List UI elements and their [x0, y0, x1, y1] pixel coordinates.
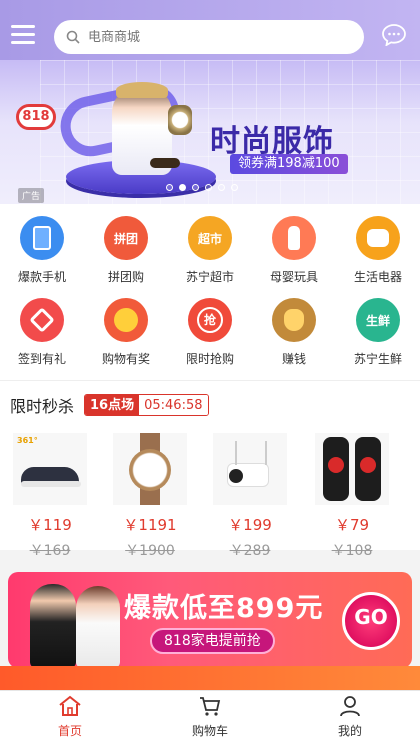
session-timer: 16点场 05:46:58 — [84, 394, 209, 416]
countdown: 05:46:58 — [139, 395, 208, 415]
group-buy-icon: 拼团 — [104, 216, 148, 260]
chat-bubble-icon[interactable] — [382, 24, 406, 46]
phone-icon — [20, 216, 64, 260]
product-price: ￥1191 — [123, 516, 177, 534]
fresh-food-icon: 生鲜 — [356, 298, 400, 342]
category-label: 拼团购 — [107, 270, 144, 284]
supermarket-icon: 超市 — [188, 216, 232, 260]
coupon-label: 领券满198减100 — [230, 154, 348, 174]
category-supermarket[interactable]: 超市 苏宁超市 — [168, 216, 252, 285]
product-image: 361° — [13, 433, 87, 505]
flash-sale-section: 限时秒杀 16点场 05:46:58 361° ￥119 ￥169 ￥1191 … — [0, 380, 420, 559]
search-icon — [66, 30, 80, 44]
search-input[interactable] — [88, 29, 338, 45]
product-card[interactable]: ￥79 ￥108 — [314, 433, 390, 560]
hamburger-menu-icon[interactable] — [11, 25, 35, 45]
appliance-promo-banner[interactable]: 爆款低至899元 818家电提前抢 GO — [0, 570, 420, 690]
category-check-in[interactable]: 签到有礼 — [0, 298, 84, 367]
bottom-tab-bar: 首页 购物车 我的 — [0, 690, 420, 741]
category-label: 签到有礼 — [17, 352, 66, 366]
tab-home[interactable]: 首页 — [0, 691, 140, 741]
tab-cart[interactable]: 购物车 — [140, 691, 280, 741]
flash-sale-icon: 抢 — [188, 298, 232, 342]
category-label: 爆款手机 — [17, 270, 66, 284]
carousel-dot[interactable] — [231, 184, 238, 191]
category-label: 赚钱 — [281, 352, 306, 366]
promo-title: 爆款低至899元 — [124, 593, 324, 624]
promo-subtitle: 818家电提前抢 — [150, 628, 275, 654]
promo-card: 爆款低至899元 818家电提前抢 GO — [8, 572, 412, 668]
product-old-price: ￥1900 — [125, 543, 175, 559]
home-icon — [59, 695, 81, 716]
search-bar[interactable] — [54, 20, 364, 54]
app-screen: 818 时尚服饰 领券满198减100 广告 爆款手机 拼团 拼团购 — [0, 0, 420, 741]
category-flash-sale[interactable]: 抢 限时抢购 — [168, 298, 252, 367]
carousel-dot[interactable] — [192, 184, 199, 191]
category-earn-money[interactable]: 赚钱 — [252, 298, 336, 367]
tab-label: 我的 — [337, 724, 362, 738]
ad-label: 广告 — [18, 188, 45, 203]
product-price: ￥79 — [334, 516, 370, 534]
category-label: 限时抢购 — [185, 352, 234, 366]
category-label: 苏宁超市 — [185, 270, 234, 284]
category-label: 苏宁生鲜 — [353, 352, 402, 366]
rice-cooker-icon — [356, 216, 400, 260]
product-image — [113, 433, 187, 505]
promo-strip — [0, 666, 420, 690]
carousel-dot[interactable] — [205, 184, 212, 191]
product-card[interactable]: ￥1191 ￥1900 — [112, 433, 188, 560]
product-old-price: ￥169 — [29, 543, 71, 559]
user-icon — [340, 696, 360, 717]
category-grid: 爆款手机 拼团 拼团购 超市 苏宁超市 母婴玩具 生活电器 签到有礼 购物有奖 … — [0, 204, 420, 380]
tab-profile[interactable]: 我的 — [280, 691, 420, 741]
category-fresh-food[interactable]: 生鲜 苏宁生鲜 — [336, 298, 420, 367]
carousel-dot[interactable] — [218, 184, 225, 191]
money-bag-icon — [272, 298, 316, 342]
spokesperson-image — [30, 584, 76, 668]
product-card[interactable]: ￥199 ￥289 — [212, 433, 288, 560]
category-baby-toys[interactable]: 母婴玩具 — [252, 216, 336, 285]
product-old-price: ￥108 — [331, 543, 373, 559]
spokesperson-image — [76, 586, 120, 668]
product-image — [213, 433, 287, 505]
carousel-dot-active[interactable] — [179, 184, 186, 191]
category-label: 购物有奖 — [101, 352, 150, 366]
session-label: 16点场 — [85, 395, 140, 415]
flash-sale-title: 限时秒杀 — [10, 397, 75, 416]
flash-sale-header: 限时秒杀 16点场 05:46:58 — [10, 393, 209, 417]
product-price: ￥119 — [28, 516, 72, 534]
product-price: ￥199 — [228, 516, 272, 534]
hero-section: 818 时尚服饰 领券满198减100 广告 — [0, 0, 420, 204]
watch-image — [168, 105, 192, 135]
tab-label: 首页 — [57, 724, 82, 738]
baby-bottle-icon — [272, 216, 316, 260]
cart-icon — [200, 697, 221, 716]
category-label: 母婴玩具 — [269, 270, 318, 284]
category-appliances[interactable]: 生活电器 — [336, 216, 420, 285]
sunglasses-image — [150, 158, 180, 168]
gift-tag-icon — [20, 298, 64, 342]
go-button[interactable]: GO — [342, 592, 400, 650]
category-label: 生活电器 — [353, 270, 402, 284]
carousel-dots — [166, 184, 238, 191]
sale-818-badge: 818 — [16, 104, 56, 130]
hat-image — [116, 82, 168, 98]
product-image — [315, 433, 389, 505]
promo-carousel[interactable]: 818 时尚服饰 领券满198减100 广告 — [0, 60, 420, 204]
product-card[interactable]: 361° ￥119 ￥169 — [12, 433, 88, 560]
category-group-buy[interactable]: 拼团 拼团购 — [84, 216, 168, 285]
tab-label: 购物车 — [191, 724, 228, 738]
category-phones[interactable]: 爆款手机 — [0, 216, 84, 285]
category-shopping-prize[interactable]: 购物有奖 — [84, 298, 168, 367]
prize-wheel-icon — [104, 298, 148, 342]
product-old-price: ￥289 — [229, 543, 271, 559]
carousel-dot[interactable] — [166, 184, 173, 191]
